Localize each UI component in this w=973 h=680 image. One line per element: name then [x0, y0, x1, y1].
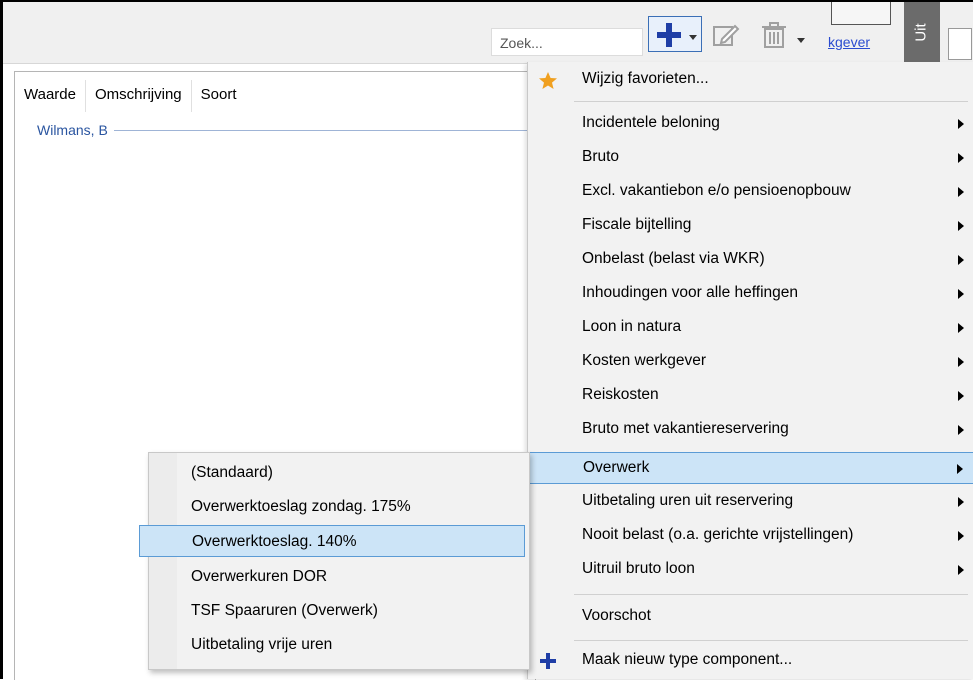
- submenu-arrow-icon: [958, 497, 964, 507]
- submenu-item-uitbetaling-vrije-uren[interactable]: Uitbetaling vrije uren: [149, 629, 527, 661]
- menu-item-label: Overwerk: [583, 459, 650, 476]
- toolbar-side-box: [948, 28, 972, 60]
- vertical-tab[interactable]: Uit: [904, 2, 940, 63]
- menu-item-overwerk[interactable]: Overwerk: [528, 452, 973, 484]
- werkgever-link[interactable]: kgever: [828, 34, 870, 50]
- menu-item-label: Wijzig favorieten...: [582, 70, 709, 87]
- submenu-arrow-icon: [958, 565, 964, 575]
- menu-item-incidentele-beloning[interactable]: Incidentele beloning: [528, 108, 973, 140]
- menu-item-label: Bruto met vakantiereservering: [582, 420, 789, 437]
- column-header-omschrijving[interactable]: Omschrijving: [86, 80, 192, 112]
- submenu-arrow-icon: [958, 289, 964, 299]
- add-button[interactable]: [648, 16, 702, 52]
- submenu-item-overwerkuren-dor[interactable]: Overwerkuren DOR: [149, 561, 527, 593]
- column-header-soort[interactable]: Soort: [192, 80, 246, 112]
- menu-item-label: Fiscale bijtelling: [582, 216, 692, 233]
- menu-item-bruto-vakantiereservering[interactable]: Bruto met vakantiereservering: [528, 414, 973, 446]
- submenu-arrow-icon: [958, 255, 964, 265]
- submenu-arrow-icon: [958, 531, 964, 541]
- star-icon: [539, 72, 557, 89]
- submenu-item-label: TSF Spaaruren (Overwerk): [191, 602, 378, 619]
- table-header: Waarde Omschrijving Soort: [15, 80, 246, 112]
- chevron-down-icon: [689, 35, 697, 40]
- submenu-item-overwerktoeslag-zondag[interactable]: Overwerktoeslag zondag. 175%: [149, 491, 527, 523]
- submenu-item-tsf-spaaruren[interactable]: TSF Spaaruren (Overwerk): [149, 595, 527, 627]
- submenu-item-label: Uitbetaling vrije uren: [191, 636, 333, 653]
- menu-item-label: Uitruil bruto loon: [582, 560, 695, 577]
- search-box[interactable]: [491, 28, 643, 56]
- overwerk-submenu: (Standaard) Overwerktoeslag zondag. 175%…: [139, 452, 530, 670]
- menu-item-excl-vakantiebon[interactable]: Excl. vakantiebon e/o pensioenopbouw: [528, 176, 973, 208]
- menu-item-label: Incidentele beloning: [582, 114, 720, 131]
- menu-item-label: Excl. vakantiebon e/o pensioenopbouw: [582, 182, 851, 199]
- submenu-arrow-icon: [958, 221, 964, 231]
- menu-item-label: Kosten werkgever: [582, 352, 707, 369]
- submenu-item-label: Overwerkuren DOR: [191, 568, 328, 585]
- menu-item-loon-in-natura[interactable]: Loon in natura: [528, 312, 973, 344]
- group-label: Wilmans, B: [37, 122, 108, 138]
- submenu-item-label: (Standaard): [191, 464, 273, 481]
- delete-icon[interactable]: [759, 20, 789, 50]
- menu-item-nooit-belast[interactable]: Nooit belast (o.a. gerichte vrijstelling…: [528, 520, 973, 552]
- menu-separator: [574, 640, 968, 641]
- menu-item-bruto[interactable]: Bruto: [528, 142, 973, 174]
- menu-item-label: Loon in natura: [582, 318, 682, 335]
- submenu-item-label: Overwerktoeslag zondag. 175%: [191, 498, 411, 515]
- add-icon: [540, 653, 556, 669]
- submenu-item-label: Overwerktoeslag. 140%: [192, 533, 357, 550]
- search-input[interactable]: [498, 30, 642, 56]
- submenu-arrow-icon: [958, 357, 964, 367]
- window-frame-left: [0, 0, 3, 679]
- menu-item-label: Maak nieuw type component...: [582, 651, 793, 668]
- menu-item-label: Reiskosten: [582, 386, 659, 403]
- submenu-arrow-icon: [958, 323, 964, 333]
- menu-item-reiskosten[interactable]: Reiskosten: [528, 380, 973, 412]
- submenu-arrow-icon: [958, 153, 964, 163]
- menu-separator: [574, 101, 968, 102]
- menu-item-voorschot[interactable]: Voorschot: [528, 601, 973, 633]
- menu-item-uitruil-bruto-loon[interactable]: Uitruil bruto loon: [528, 554, 973, 586]
- submenu-arrow-icon: [958, 425, 964, 435]
- submenu-arrow-icon: [958, 187, 964, 197]
- submenu-arrow-icon: [957, 464, 963, 474]
- component-type-menu: Wijzig favorieten... Incidentele belonin…: [527, 62, 973, 679]
- toolbar: [3, 2, 973, 64]
- add-icon: [655, 21, 683, 49]
- menu-item-label: Nooit belast (o.a. gerichte vrijstelling…: [582, 526, 854, 543]
- delete-dropdown-icon[interactable]: [797, 38, 805, 43]
- menu-item-favorites[interactable]: Wijzig favorieten...: [528, 64, 973, 96]
- menu-item-label: Onbelast (belast via WKR): [582, 250, 765, 267]
- menu-item-inhoudingen[interactable]: Inhoudingen voor alle heffingen: [528, 278, 973, 310]
- menu-item-uitbetaling-uren[interactable]: Uitbetaling uren uit reservering: [528, 486, 973, 518]
- menu-item-new-component-type[interactable]: Maak nieuw type component...: [528, 645, 973, 677]
- menu-item-label: Uitbetaling uren uit reservering: [582, 492, 794, 509]
- submenu-item-standaard[interactable]: (Standaard): [149, 457, 527, 489]
- toolbar-panel: [831, 2, 891, 25]
- menu-item-kosten-werkgever[interactable]: Kosten werkgever: [528, 346, 973, 378]
- submenu-arrow-icon: [958, 119, 964, 129]
- vertical-tab-label: Uit: [912, 23, 930, 42]
- menu-separator: [574, 594, 968, 595]
- column-header-waarde[interactable]: Waarde: [15, 80, 86, 112]
- menu-item-label: Bruto: [582, 148, 620, 165]
- menu-item-onbelast[interactable]: Onbelast (belast via WKR): [528, 244, 973, 276]
- menu-item-label: Voorschot: [582, 607, 651, 624]
- group-row[interactable]: Wilmans, B: [37, 122, 537, 138]
- submenu-arrow-icon: [958, 391, 964, 401]
- menu-item-label: Inhoudingen voor alle heffingen: [582, 284, 799, 301]
- group-divider: [113, 129, 537, 131]
- submenu-item-overwerktoeslag-140[interactable]: Overwerktoeslag. 140%: [139, 525, 525, 557]
- menu-item-fiscale-bijtelling[interactable]: Fiscale bijtelling: [528, 210, 973, 242]
- edit-icon[interactable]: [711, 20, 741, 50]
